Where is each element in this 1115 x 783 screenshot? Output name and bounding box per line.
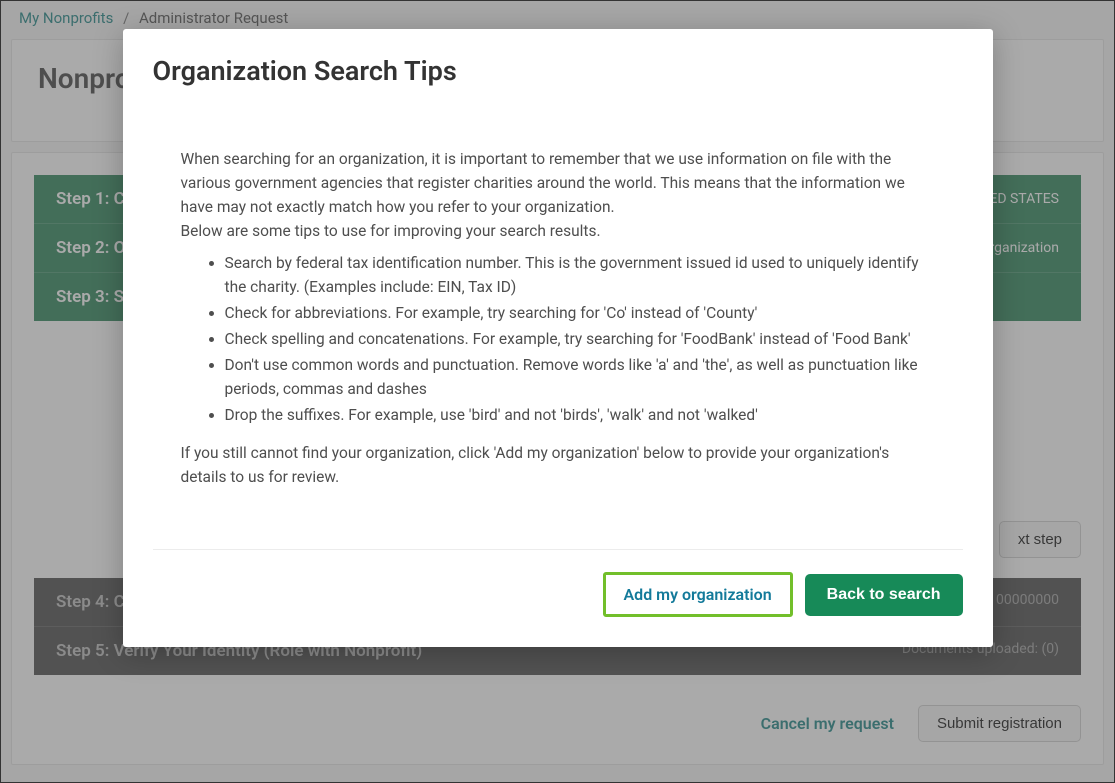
modal-tip-item: Check spelling and concatenations. For e… xyxy=(225,327,935,351)
back-to-search-button[interactable]: Back to search xyxy=(805,574,963,616)
modal-overlay[interactable]: Organization Search Tips When searching … xyxy=(1,1,1114,782)
search-tips-modal: Organization Search Tips When searching … xyxy=(123,29,993,647)
modal-title: Organization Search Tips xyxy=(153,55,963,87)
modal-tip-item: Check for abbreviations. For example, tr… xyxy=(225,301,935,325)
modal-divider xyxy=(153,549,963,550)
modal-actions: Add my organization Back to search xyxy=(153,572,963,617)
modal-intro-1: When searching for an organization, it i… xyxy=(181,147,935,219)
modal-tips-list: Search by federal tax identification num… xyxy=(181,251,935,427)
modal-outro: If you still cannot find your organizati… xyxy=(181,441,935,489)
add-my-organization-button[interactable]: Add my organization xyxy=(603,572,793,617)
modal-tip-item: Don't use common words and punctuation. … xyxy=(225,353,935,401)
modal-tip-item: Search by federal tax identification num… xyxy=(225,251,935,299)
modal-tip-item: Drop the suffixes. For example, use 'bir… xyxy=(225,403,935,427)
modal-body: When searching for an organization, it i… xyxy=(153,147,963,489)
modal-intro-2: Below are some tips to use for improving… xyxy=(181,219,935,243)
